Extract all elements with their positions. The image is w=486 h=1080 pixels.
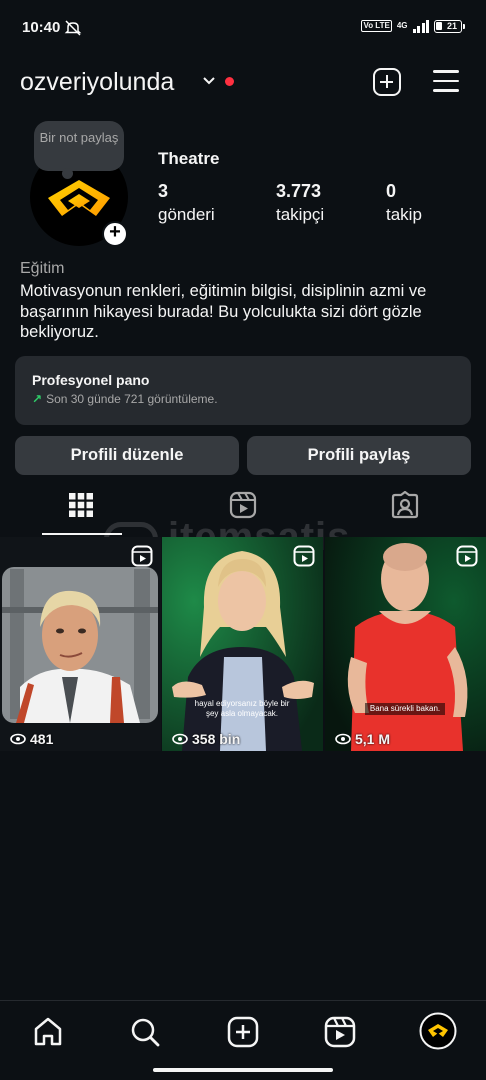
share-profile-button[interactable]: Profili paylaş (247, 436, 471, 475)
post-views: 481 (10, 731, 53, 747)
eye-icon (172, 733, 188, 745)
menu-icon[interactable] (433, 70, 459, 92)
battery-level: 21 (447, 20, 458, 31)
post-views: 5,1 M (335, 731, 390, 747)
status-right: Vo LTE 4G 21 (361, 19, 465, 33)
stat-followers[interactable]: 3.773 takipçi (276, 181, 324, 225)
reel-badge-icon (293, 545, 315, 567)
search-icon[interactable] (128, 1015, 162, 1049)
create-icon[interactable] (373, 68, 401, 96)
post-thumbnail (0, 537, 161, 751)
home-indicator[interactable] (153, 1068, 333, 1072)
stat-value: 3 (158, 181, 169, 201)
status-time: 10:40 (22, 19, 61, 36)
stat-value: 0 (386, 181, 397, 201)
tagged-icon (391, 491, 419, 519)
status-bar: 10:40 Vo LTE 4G 21 (0, 0, 486, 56)
post-tile[interactable]: hayal ediyorsanız böyle bir şey asla olm… (162, 537, 323, 751)
professional-dashboard[interactable]: Profesyonel pano ↗ Son 30 günde 721 görün… (15, 356, 471, 425)
reels-icon[interactable] (323, 1015, 357, 1049)
dashboard-title: Profesyonel pano (32, 372, 150, 388)
stat-value: 3.773 (276, 181, 322, 201)
profile-header: ozveriyolunda (0, 60, 486, 104)
chevron-down-icon[interactable] (202, 76, 216, 86)
post-thumbnail (325, 537, 486, 751)
note-text: Bir not paylaş (39, 130, 119, 145)
eye-icon (335, 733, 351, 745)
notification-dot (225, 77, 234, 86)
home-icon[interactable] (31, 1015, 65, 1049)
post-caption: hayal ediyorsanız böyle bir şey asla olm… (194, 699, 290, 718)
eye-icon (10, 733, 26, 745)
edit-profile-button[interactable]: Profili düzenle (15, 436, 239, 475)
grid-icon (69, 493, 93, 517)
battery-icon: 21 (434, 19, 465, 33)
volte-badge: Vo LTE (361, 20, 392, 32)
add-story-icon[interactable]: + (102, 221, 128, 247)
reel-badge-icon (131, 545, 153, 567)
reel-badge-icon (456, 545, 478, 567)
views-count: 358 bin (192, 731, 241, 747)
post-tile[interactable]: Bana sürekli bakan. 5,1 M (325, 537, 486, 751)
profile-avatar[interactable] (419, 1012, 457, 1050)
note-bubble[interactable]: Bir not paylaş (34, 121, 124, 179)
views-count: 5,1 M (355, 731, 391, 747)
trend-up-icon: ↗ (32, 392, 43, 406)
stat-label: takipçi (276, 205, 325, 224)
stat-label: takip (386, 205, 422, 224)
mute-icon (64, 20, 82, 36)
posts-grid: 481 hayal ediyorsanız böyle bir şey asla… (0, 537, 486, 751)
post-caption: Bana sürekli bakan. (365, 703, 445, 715)
logo-icon (48, 180, 110, 216)
dashboard-subtitle-row: ↗ Son 30 günde 721 görüntüleme. (32, 392, 471, 406)
stat-label: gönderi (158, 205, 215, 224)
profile-category: Eğitim (20, 260, 65, 277)
post-views: 358 bin (172, 731, 240, 747)
stat-posts[interactable]: 3 gönderi (158, 181, 215, 225)
profile-bio: Motivasyonun renkleri, eğitimin bilgisi,… (20, 282, 427, 341)
dashboard-subtitle: Son 30 günde 721 görüntüleme. (46, 392, 218, 406)
post-tile[interactable]: 481 (0, 537, 161, 751)
signal-icon (412, 19, 429, 33)
profile-name: Theatre (158, 149, 220, 168)
views-count: 481 (30, 731, 54, 747)
network-type: 4G (396, 21, 408, 30)
username[interactable]: ozveriyolunda (20, 68, 174, 97)
create-icon[interactable] (226, 1015, 260, 1049)
stat-following[interactable]: 0 takip (386, 181, 422, 225)
